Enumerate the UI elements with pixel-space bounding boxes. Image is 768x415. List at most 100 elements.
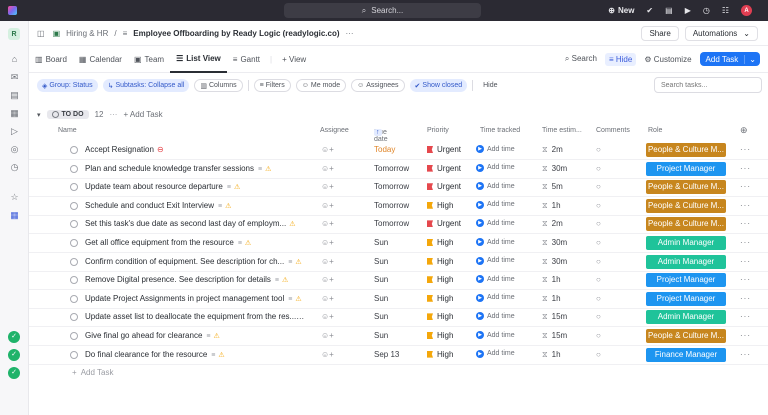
due-date[interactable]: Today	[374, 145, 395, 154]
more-options-icon[interactable]: ···	[740, 331, 751, 340]
comment-icon[interactable]: ○	[596, 350, 601, 359]
comment-icon[interactable]: ○	[596, 312, 601, 321]
table-row[interactable]: Get all office equipment from the resour…	[29, 234, 768, 253]
home-icon[interactable]: ⌂	[9, 54, 20, 65]
time-tracked[interactable]: ▶ Add time	[476, 182, 515, 191]
comment-icon[interactable]: ○	[596, 275, 601, 284]
status-circle[interactable]	[70, 146, 78, 154]
due-date[interactable]: Tomorrow	[374, 182, 409, 191]
apps-grid-icon[interactable]: ☷	[722, 6, 729, 15]
role-badge[interactable]: Project Manager	[646, 291, 726, 306]
columns-chip[interactable]: ▥ Columns	[194, 79, 243, 92]
more-options-icon[interactable]: ···	[740, 257, 751, 266]
priority[interactable]: High	[427, 275, 453, 284]
table-row[interactable]: Accept Resignation ⊖ ☺+ Today Urgent ▶ Add tim…	[29, 141, 768, 160]
more-options-icon[interactable]: ···	[109, 110, 117, 119]
task-name[interactable]: Plan and schedule knowledge transfer ses…	[85, 164, 305, 173]
me-mode-chip[interactable]: ☺ Me mode	[295, 79, 347, 92]
more-options-icon[interactable]: ···	[740, 350, 751, 359]
role-badge[interactable]: Finance Manager	[646, 347, 726, 362]
priority[interactable]: Urgent	[427, 219, 461, 228]
automations-button[interactable]: Automations ⌄	[684, 26, 758, 41]
task-name[interactable]: Update asset list to deallocate the equi…	[85, 312, 305, 321]
status-circle[interactable]	[70, 276, 78, 285]
time-estimate[interactable]: ⧖ 1h	[542, 201, 561, 211]
filters-chip[interactable]: ≡ Filters	[253, 79, 291, 92]
status-circle[interactable]	[70, 183, 78, 192]
assignee-icon[interactable]: ☺+	[321, 350, 334, 359]
chevron-down-icon[interactable]: ⌄	[744, 54, 760, 64]
more-options-icon[interactable]: ···	[740, 145, 751, 154]
table-row[interactable]: Schedule and conduct Exit Interview ≡ ⚠ ☺+ T…	[29, 197, 768, 216]
status-circle[interactable]	[70, 164, 78, 173]
time-tracked[interactable]: ▶ Add time	[476, 331, 515, 339]
task-name[interactable]: Schedule and conduct Exit Interview ≡ ⚠	[85, 201, 305, 210]
role-badge[interactable]: Admin Manager	[646, 236, 726, 250]
search-view-button[interactable]: ⌕ Search	[565, 54, 597, 64]
subtasks-chip[interactable]: ↳ Subtasks: Collapse all	[102, 79, 190, 92]
comment-icon[interactable]: ○	[596, 145, 601, 154]
more-options-icon[interactable]: ···	[740, 312, 751, 321]
assignee-icon[interactable]: ☺+	[321, 145, 334, 154]
more-options-icon[interactable]: ···	[740, 238, 751, 247]
customize-button[interactable]: ⚙ Customize	[644, 55, 691, 64]
time-estimate[interactable]: ⧖ 2m	[542, 219, 563, 229]
breadcrumb-space[interactable]: Hiring & HR	[66, 29, 108, 38]
tab-calendar[interactable]: ▦ Calendar	[73, 46, 128, 73]
role-badge[interactable]: People & Culture M...	[646, 143, 726, 157]
status-circle[interactable]	[70, 257, 78, 266]
column-priority[interactable]: Priority	[427, 127, 449, 134]
role-badge[interactable]: Project Manager	[646, 273, 726, 288]
assignee-icon[interactable]: ☺+	[321, 182, 334, 191]
clock-icon[interactable]: ◷	[703, 6, 710, 15]
task-name[interactable]: Update team about resource departure ≡ ⚠	[85, 182, 305, 191]
clips-icon[interactable]: ▷	[9, 126, 20, 137]
time-tracked[interactable]: ▶ Add time	[476, 145, 515, 153]
table-row[interactable]: Set this task's due date as second last …	[29, 215, 768, 235]
time-tracked[interactable]: ▶ Add time	[476, 163, 515, 172]
group-by-chip[interactable]: ◈ Group: Status	[37, 79, 98, 92]
more-options-icon[interactable]: ···	[346, 29, 354, 38]
comment-icon[interactable]: ○	[596, 257, 601, 266]
assignee-icon[interactable]: ☺+	[321, 164, 334, 173]
due-date[interactable]: Sun	[374, 238, 388, 247]
table-row[interactable]: Give final go ahead for clearance ≡ ⚠ ☺+ Sun…	[29, 327, 768, 346]
notepad-icon[interactable]: ▤	[665, 6, 673, 15]
column-comments[interactable]: Comments	[596, 127, 630, 134]
table-row[interactable]: Remove Digital presence. See description…	[29, 271, 768, 291]
group-add-task-button[interactable]: + Add Task	[123, 110, 162, 119]
breadcrumb-list-title[interactable]: Employee Offboarding by Ready Logic (rea…	[133, 29, 339, 38]
table-row[interactable]: Update asset list to deallocate the equi…	[29, 308, 768, 328]
favorites-star-icon[interactable]: ☆	[9, 192, 20, 203]
inbox-icon[interactable]: ✉	[9, 72, 20, 83]
video-icon[interactable]: ▶	[685, 6, 691, 15]
role-badge[interactable]: People & Culture M...	[646, 198, 726, 213]
sidebar-toggle-icon[interactable]: ◫	[37, 29, 45, 38]
assignee-icon[interactable]: ☺+	[321, 257, 334, 266]
time-estimate[interactable]: ⧖ 1h	[542, 294, 561, 304]
priority[interactable]: High	[427, 294, 453, 303]
task-name[interactable]: Set this task's due date as second last …	[85, 219, 305, 228]
comment-icon[interactable]: ○	[596, 201, 601, 210]
docs-icon[interactable]: ▤	[9, 90, 20, 101]
hide-button[interactable]: ≡ Hide	[604, 52, 637, 66]
role-badge[interactable]: Project Manager	[646, 161, 726, 176]
priority[interactable]: High	[427, 238, 453, 247]
time-estimate[interactable]: ⧖ 30m	[542, 164, 567, 174]
add-task-row[interactable]: + Add Task	[72, 368, 113, 377]
time-estimate[interactable]: ⧖ 15m	[542, 312, 567, 322]
role-badge[interactable]: People & Culture M...	[646, 329, 726, 343]
comment-icon[interactable]: ○	[596, 219, 601, 228]
comment-icon[interactable]: ○	[596, 331, 601, 340]
priority[interactable]: Urgent	[427, 145, 461, 154]
assignee-icon[interactable]: ☺+	[321, 294, 334, 303]
time-estimate[interactable]: ⧖ 1h	[542, 350, 561, 360]
role-badge[interactable]: People & Culture M...	[646, 180, 726, 195]
table-row[interactable]: Update team about resource departure ≡ ⚠ ☺+…	[29, 178, 768, 198]
priority[interactable]: Urgent	[427, 164, 461, 173]
assignee-icon[interactable]: ☺+	[321, 238, 334, 247]
app-logo[interactable]	[0, 0, 24, 21]
search-tasks-input[interactable]	[654, 77, 762, 93]
time-tracked[interactable]: ▶ Add time	[476, 256, 515, 265]
time-tracked[interactable]: ▶ Add time	[476, 219, 515, 228]
